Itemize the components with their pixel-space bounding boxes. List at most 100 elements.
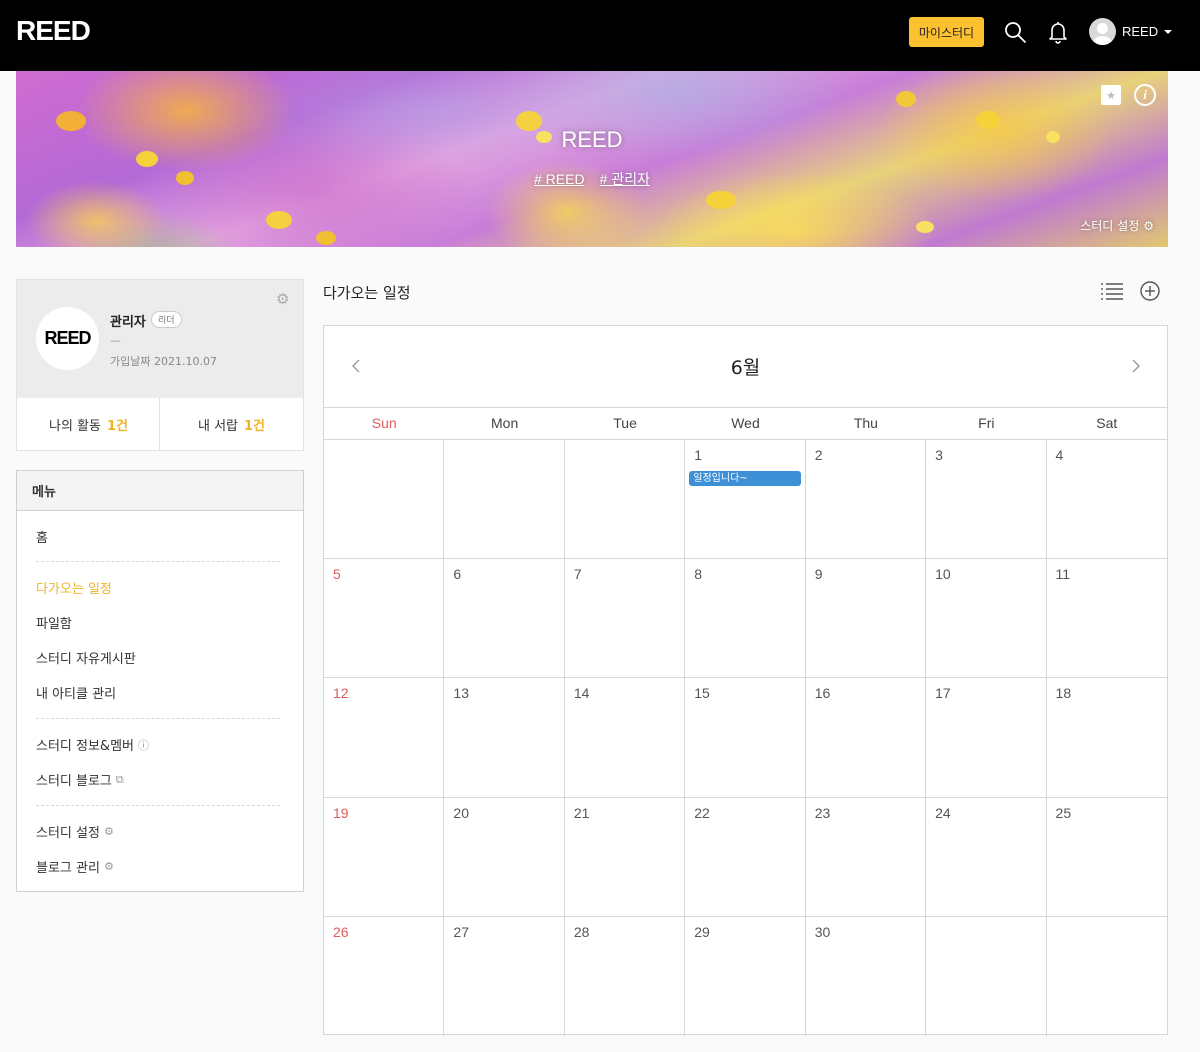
calendar-day[interactable]: 22 [685, 797, 806, 916]
star-icon[interactable]: ★ [1101, 85, 1121, 105]
calendar-day[interactable]: 25 [1047, 798, 1167, 916]
sidebar-item-upcoming-schedule[interactable]: 다가오는 일정 [36, 578, 112, 597]
profile-description: — [110, 334, 121, 347]
calendar-day[interactable]: 20 [444, 797, 565, 916]
calendar-day[interactable]: 21 [565, 797, 686, 916]
calendar-day[interactable]: 11 [1047, 559, 1167, 677]
calendar-grid: 1 일정입니다~ 2 3 4 5 6 7 8 9 10 11 12 13 14 15 16 17 18 19 20 21 2… [324, 440, 1167, 1036]
calendar-day[interactable]: 9 [806, 559, 927, 678]
calendar-day[interactable] [324, 440, 445, 559]
search-icon[interactable] [1003, 20, 1027, 44]
calendar-day[interactable]: 30 [806, 916, 927, 1036]
sidebar-menu: 메뉴 홈 다가오는 일정 파일함 스터디 자유게시판 내 아티클 관리 스터디 … [16, 470, 304, 892]
weekday-label: Sat [1096, 415, 1118, 431]
my-drawer-stat[interactable]: 내 서랍 1건 [160, 398, 303, 450]
role-badge: 리더 [151, 311, 182, 328]
calendar-day[interactable]: 19 [324, 797, 445, 916]
calendar-day[interactable]: 16 [806, 678, 927, 797]
gear-icon: ⚙ [103, 825, 114, 838]
day-number: 8 [694, 566, 703, 583]
day-number: 2 [814, 447, 823, 463]
sidebar-item-study-blog[interactable]: 스터디 블로그 ⧉ [36, 770, 124, 790]
day-number: 14 [573, 685, 590, 702]
weekday-label: Fri [978, 415, 995, 431]
calendar-event[interactable]: 일정입니다~ [689, 471, 802, 486]
calendar-day[interactable]: 29 [685, 916, 806, 1036]
calendar-week: 12 13 14 15 16 17 18 [324, 678, 1167, 798]
divider [36, 718, 280, 719]
day-number: 10 [935, 566, 951, 583]
sidebar-item-blog-admin[interactable]: 블로그 관리 ⚙ [36, 857, 114, 876]
sidebar-item-label: 내 아티클 관리 [36, 687, 117, 702]
day-number: 3 [935, 447, 943, 463]
my-study-button[interactable]: 마이스터디 [909, 17, 984, 47]
sidebar-item-my-articles[interactable]: 내 아티클 관리 [36, 683, 116, 702]
gear-icon[interactable]: ⚙ [276, 290, 289, 308]
sidebar-item-label: 파일함 [36, 617, 72, 632]
sidebar-item-label: 스터디 정보&멤버 [36, 739, 134, 754]
day-number: 16 [814, 685, 831, 702]
bell-icon[interactable] [1046, 20, 1070, 44]
sidebar-item-free-board[interactable]: 스터디 자유게시판 [36, 648, 136, 667]
calendar-day[interactable]: 8 [685, 559, 806, 678]
tag-link[interactable]: # REED [534, 171, 585, 187]
divider [36, 561, 280, 562]
calendar-day[interactable]: 1 일정입니다~ [685, 440, 806, 559]
add-schedule-icon[interactable] [1140, 281, 1160, 301]
calendar-day[interactable]: 27 [444, 916, 565, 1036]
calendar-day[interactable] [1047, 917, 1167, 1036]
calendar-week: 1 일정입니다~ 2 3 4 [324, 440, 1167, 560]
info-icon[interactable]: i [1134, 84, 1156, 106]
calendar-day[interactable]: 10 [926, 559, 1047, 678]
sidebar-item-label: 스터디 자유게시판 [36, 652, 136, 667]
day-number: 27 [453, 923, 469, 940]
sidebar-item-study-settings[interactable]: 스터디 설정 ⚙ [36, 822, 114, 841]
chevron-right-icon[interactable] [1129, 356, 1143, 376]
tag-link[interactable]: # 관리자 [600, 171, 650, 187]
calendar-day[interactable] [565, 440, 686, 559]
calendar-day[interactable] [926, 916, 1047, 1036]
calendar-day[interactable]: 14 [565, 678, 686, 797]
sidebar-item-study-info[interactable]: 스터디 정보&멤버 ⓘ [36, 735, 149, 755]
weekday-label: Thu [853, 415, 878, 431]
calendar-day[interactable] [444, 440, 565, 559]
calendar-day[interactable]: 2 [806, 440, 927, 559]
profile-logo: REED [36, 307, 99, 370]
calendar-day[interactable]: 5 [324, 559, 445, 678]
calendar-day[interactable]: 28 [565, 916, 686, 1036]
join-date: 가입날짜 2021.10.07 [110, 355, 217, 368]
day-number: 23 [814, 804, 831, 821]
calendar-day[interactable]: 15 [685, 678, 806, 797]
day-number: 21 [573, 804, 590, 821]
calendar-day[interactable]: 4 [1047, 440, 1167, 558]
sidebar-item-files[interactable]: 파일함 [36, 613, 72, 632]
chevron-down-icon [1164, 29, 1173, 34]
top-navbar: REED 마이스터디 REED [0, 0, 1200, 71]
site-logo[interactable]: REED [16, 15, 91, 47]
calendar-day[interactable]: 3 [926, 440, 1047, 559]
calendar-day[interactable]: 17 [926, 678, 1047, 797]
calendar-day[interactable]: 6 [444, 559, 565, 678]
sidebar-item-label: 스터디 블로그 [36, 774, 112, 789]
calendar-day[interactable]: 13 [444, 678, 565, 797]
user-menu[interactable]: REED [1089, 18, 1173, 45]
calendar-day[interactable]: 12 [324, 678, 445, 797]
calendar-day[interactable]: 23 [806, 797, 927, 916]
weekday-label: Sun [371, 415, 397, 431]
stat-count: 1건 [106, 418, 128, 434]
my-activity-stat[interactable]: 나의 활동 1건 [17, 398, 160, 450]
list-view-icon[interactable] [1101, 282, 1123, 300]
sidebar-item-home[interactable]: 홈 [36, 527, 48, 546]
day-number: 29 [694, 923, 710, 940]
calendar-day[interactable]: 18 [1047, 678, 1167, 796]
calendar-day[interactable]: 24 [926, 797, 1047, 916]
calendar-day[interactable]: 26 [324, 916, 445, 1036]
calendar-month: 6월 [730, 357, 761, 379]
study-settings-link[interactable]: 스터디 설정 ⚙ [1080, 217, 1154, 234]
study-tags: # REED # 관리자 [16, 169, 1168, 189]
user-name: REED [1122, 24, 1159, 39]
calendar-day[interactable]: 7 [565, 559, 686, 678]
day-number: 25 [1055, 804, 1072, 821]
weekday-label: Mon [491, 415, 519, 431]
day-number: 19 [333, 804, 349, 821]
